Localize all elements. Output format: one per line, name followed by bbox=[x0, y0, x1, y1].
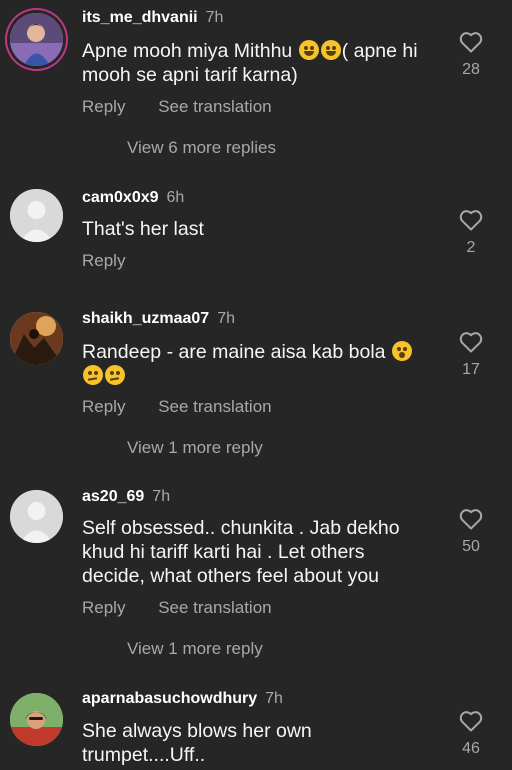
comment-text: Self obsessed.. chunkita . Jab dekho khu… bbox=[82, 517, 400, 587]
user-avatar[interactable] bbox=[10, 693, 63, 746]
comment-text: Randeep - are maine aisa kab bola bbox=[82, 340, 422, 388]
see-translation-button[interactable]: See translation bbox=[158, 97, 271, 117]
profile-photo-icon bbox=[10, 13, 63, 66]
comment-item: shaikh_uzmaa07 7h Randeep - are maine ais… bbox=[0, 306, 512, 471]
comment-header: its_me_dhvanii 7h bbox=[82, 9, 223, 27]
like-group: 28 bbox=[452, 31, 490, 79]
comment-text: That's her last bbox=[82, 218, 204, 240]
timestamp: 7h bbox=[152, 488, 171, 505]
username[interactable]: cam0x0x9 bbox=[82, 189, 159, 206]
heart-outline-icon[interactable] bbox=[459, 31, 483, 53]
comment-item: cam0x0x9 6h That's her last Reply 2 bbox=[0, 185, 512, 280]
heart-outline-icon[interactable] bbox=[459, 331, 483, 353]
see-translation-button[interactable]: See translation bbox=[158, 397, 271, 417]
comment-actions: Reply bbox=[82, 251, 153, 271]
like-count: 17 bbox=[462, 361, 480, 378]
comment-item: aparnabasuchowdhury 7h She always blows h… bbox=[0, 688, 512, 770]
like-group: 46 bbox=[452, 710, 490, 758]
person-silhouette-icon bbox=[10, 189, 63, 242]
reply-button[interactable]: Reply bbox=[82, 97, 125, 117]
user-avatar[interactable] bbox=[10, 13, 63, 66]
see-translation-button[interactable]: See translation bbox=[158, 598, 271, 618]
thinking-emoji-icon bbox=[83, 365, 103, 385]
heart-outline-icon[interactable] bbox=[459, 209, 483, 231]
heart-outline-icon[interactable] bbox=[459, 710, 483, 732]
profile-photo-icon bbox=[10, 312, 63, 365]
comment-header: shaikh_uzmaa07 7h bbox=[82, 310, 235, 328]
view-more-replies-button[interactable]: View 1 more reply bbox=[127, 639, 263, 659]
timestamp: 7h bbox=[205, 9, 224, 26]
username[interactable]: its_me_dhvanii bbox=[82, 9, 198, 26]
user-avatar[interactable] bbox=[10, 312, 63, 365]
like-count: 46 bbox=[462, 740, 480, 757]
like-count: 50 bbox=[462, 538, 480, 555]
comment-actions: Reply See translation bbox=[82, 97, 300, 117]
username[interactable]: shaikh_uzmaa07 bbox=[82, 310, 209, 327]
person-silhouette-icon bbox=[10, 490, 63, 543]
username[interactable]: as20_69 bbox=[82, 488, 144, 505]
comment-text: She always blows her own trumpet....Uff.… bbox=[82, 720, 312, 766]
like-count: 2 bbox=[466, 239, 476, 256]
like-group: 50 bbox=[452, 508, 490, 556]
reply-button[interactable]: Reply bbox=[82, 251, 125, 271]
username[interactable]: aparnabasuchowdhury bbox=[82, 690, 257, 707]
like-group: 17 bbox=[452, 331, 490, 379]
timestamp: 6h bbox=[166, 189, 185, 206]
like-group: 2 bbox=[452, 209, 490, 257]
timestamp: 7h bbox=[217, 310, 235, 327]
like-count: 28 bbox=[462, 61, 480, 78]
comment-item: as20_69 7h Self obsessed.. chunkita . Jab… bbox=[0, 485, 512, 675]
reply-button[interactable]: Reply bbox=[82, 598, 125, 618]
comment-header: cam0x0x9 6h bbox=[82, 189, 184, 207]
heart-outline-icon[interactable] bbox=[459, 508, 483, 530]
thinking-emoji-icon bbox=[105, 365, 125, 385]
laughing-emoji-icon bbox=[298, 40, 319, 60]
comment-text: Apne mooh miya Mithhu ( apne hi mooh se … bbox=[82, 40, 418, 86]
comment-header: aparnabasuchowdhury 7h bbox=[82, 690, 283, 708]
comment-actions: Reply See translation bbox=[82, 397, 300, 417]
view-more-replies-button[interactable]: View 1 more reply bbox=[127, 438, 263, 458]
user-avatar[interactable] bbox=[10, 189, 63, 242]
laughing-emoji-icon bbox=[320, 40, 341, 60]
profile-photo-icon bbox=[10, 693, 63, 746]
reply-button[interactable]: Reply bbox=[82, 397, 125, 417]
user-avatar[interactable] bbox=[10, 490, 63, 543]
timestamp: 7h bbox=[265, 690, 283, 707]
comment-header: as20_69 7h bbox=[82, 488, 170, 506]
surprised-emoji-icon bbox=[391, 341, 412, 361]
comment-actions: Reply See translation bbox=[82, 598, 300, 618]
comment-item: its_me_dhvanii 7h Apne mooh miya Mithhu (… bbox=[0, 0, 512, 170]
view-more-replies-button[interactable]: View 6 more replies bbox=[127, 138, 276, 158]
